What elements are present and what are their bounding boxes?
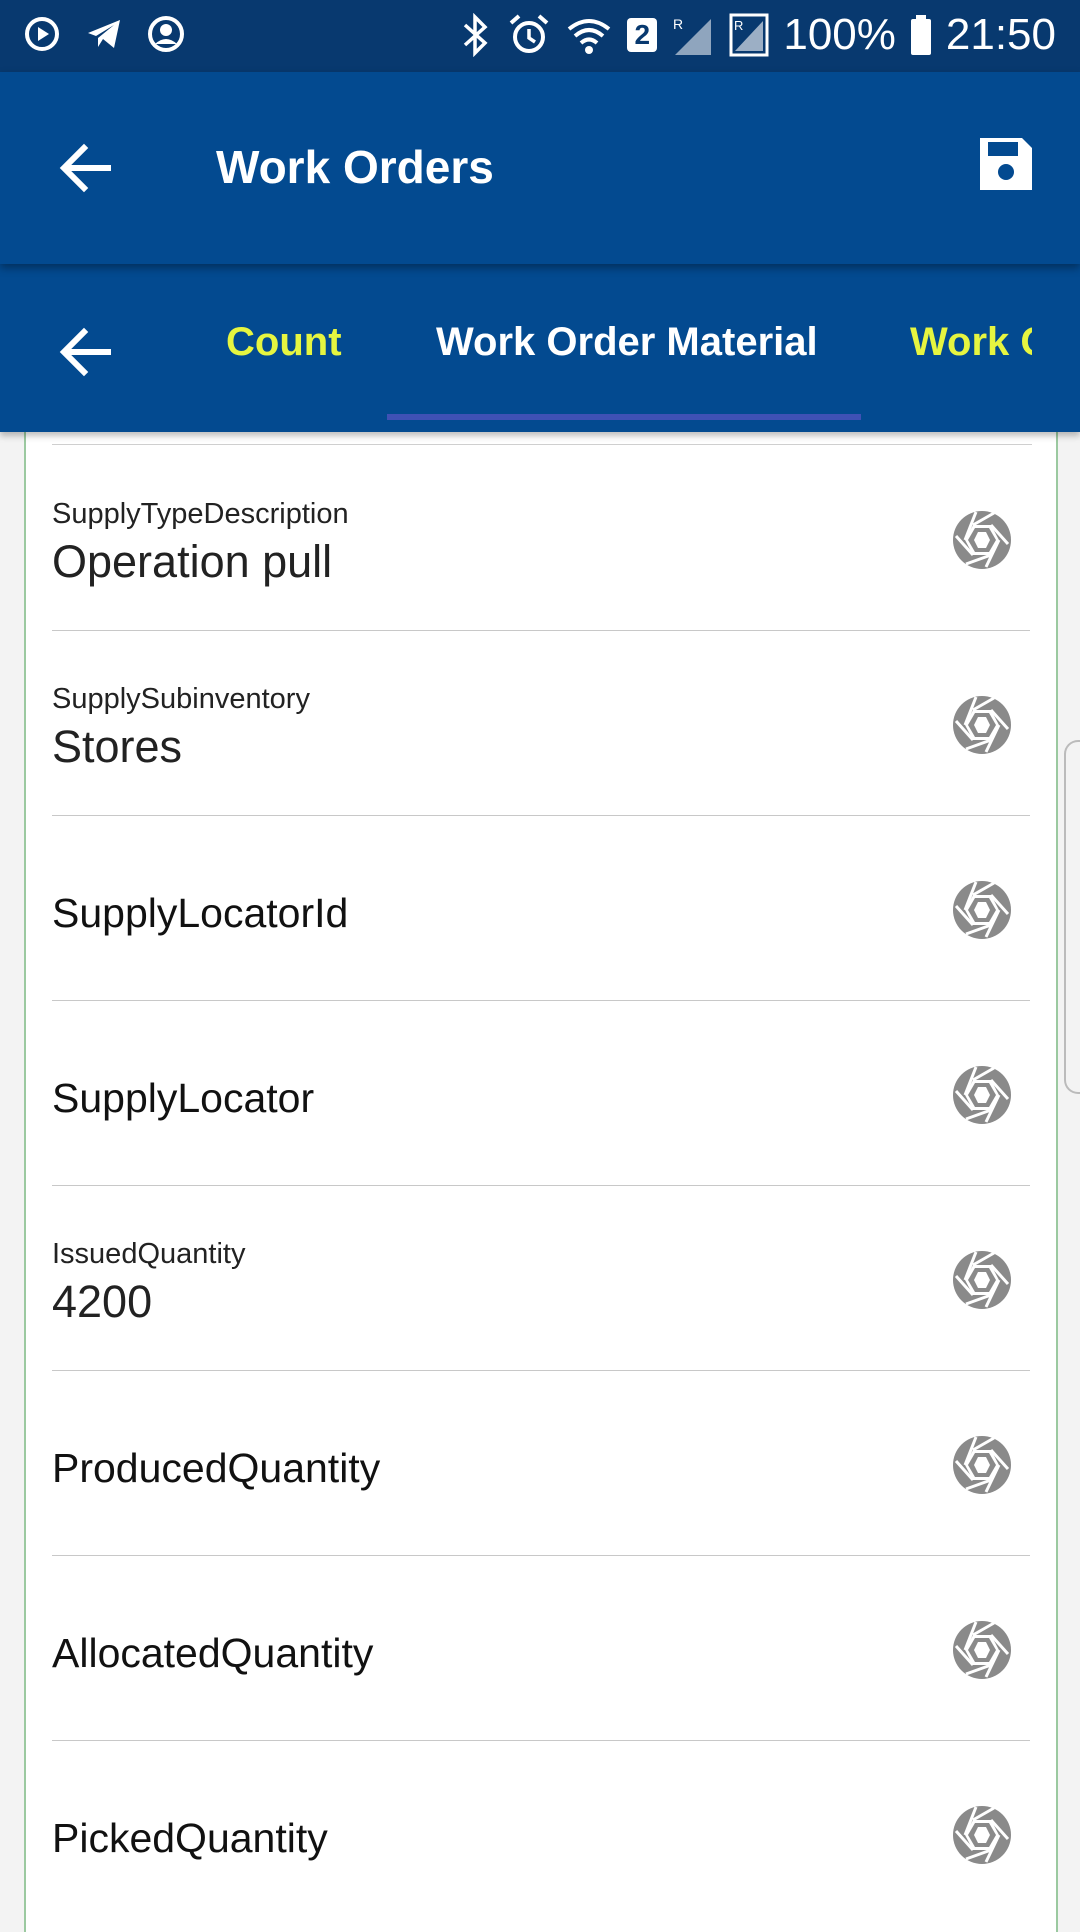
battery-percent: 100% [783, 10, 896, 59]
field-label: IssuedQuantity [52, 1238, 246, 1270]
page-title: Work Orders [216, 141, 494, 193]
field-label: AllocatedQuantity [52, 1630, 374, 1676]
field-row-supply-type-description[interactable]: SupplyTypeDescription Operation pull [52, 446, 1030, 631]
field-row-picked-quantity[interactable]: PickedQuantity [52, 1741, 1030, 1925]
tab-bar: Count Work Order Material Work Order Ope… [0, 264, 1080, 432]
camera-aperture-icon[interactable] [952, 1435, 1012, 1495]
svg-text:R: R [673, 16, 683, 32]
field-row-supply-locator[interactable]: SupplyLocator [52, 1001, 1030, 1186]
tab-back-arrow-icon[interactable] [56, 322, 116, 382]
field-row-issued-quantity[interactable]: IssuedQuantity 4200 [52, 1186, 1030, 1371]
field-label: SupplyLocator [52, 1075, 315, 1121]
back-arrow-icon[interactable] [56, 138, 116, 198]
edge-panel-handle[interactable] [1064, 740, 1080, 1094]
field-row-allocated-quantity[interactable]: AllocatedQuantity [52, 1556, 1030, 1741]
field-label: SupplySubinventory [52, 683, 310, 715]
battery-icon [910, 15, 931, 55]
alarm-icon [510, 14, 549, 53]
field-label: PickedQuantity [52, 1815, 328, 1861]
field-label: SupplyLocatorId [52, 890, 349, 936]
field-list: SupplyTypeDescription Operation pull Sup… [24, 432, 1058, 1932]
tab-work-order-operation[interactable]: Work Order Operation [910, 320, 1032, 365]
field-value: Stores [52, 721, 183, 772]
wifi-icon [568, 19, 611, 54]
app-bar: Work Orders [0, 72, 1080, 264]
telegram-icon [88, 20, 120, 48]
save-icon[interactable] [976, 134, 1036, 194]
status-bar: 2 R R 100% 21:50 [0, 0, 1080, 72]
play-circle-icon [25, 17, 59, 51]
camera-aperture-icon[interactable] [952, 880, 1012, 940]
active-tab-indicator [387, 414, 861, 420]
camera-aperture-icon[interactable] [952, 695, 1012, 755]
field-row-supply-locator-id[interactable]: SupplyLocatorId [52, 816, 1030, 1001]
field-label: SupplyTypeDescription [52, 498, 349, 530]
camera-aperture-icon[interactable] [952, 1065, 1012, 1125]
tab-count[interactable]: Count [226, 320, 342, 365]
camera-aperture-icon[interactable] [952, 510, 1012, 570]
field-label: ProducedQuantity [52, 1445, 381, 1491]
camera-aperture-icon[interactable] [952, 1620, 1012, 1680]
camera-aperture-icon[interactable] [952, 1250, 1012, 1310]
divider [52, 444, 1032, 445]
clock: 21:50 [945, 10, 1056, 59]
notification-badge: 2 [627, 18, 658, 52]
bluetooth-icon [464, 13, 488, 57]
svg-text:R: R [734, 18, 743, 33]
camera-aperture-icon[interactable] [952, 1805, 1012, 1865]
field-value: Operation pull [52, 536, 333, 587]
tab-work-order-material[interactable]: Work Order Material [436, 320, 818, 365]
field-value: 4200 [52, 1276, 153, 1327]
signal-roaming-icon: R [729, 13, 769, 57]
field-row-produced-quantity[interactable]: ProducedQuantity [52, 1371, 1030, 1556]
account-icon [148, 16, 184, 52]
signal-icon: R [673, 16, 712, 55]
field-row-supply-subinventory[interactable]: SupplySubinventory Stores [52, 631, 1030, 816]
